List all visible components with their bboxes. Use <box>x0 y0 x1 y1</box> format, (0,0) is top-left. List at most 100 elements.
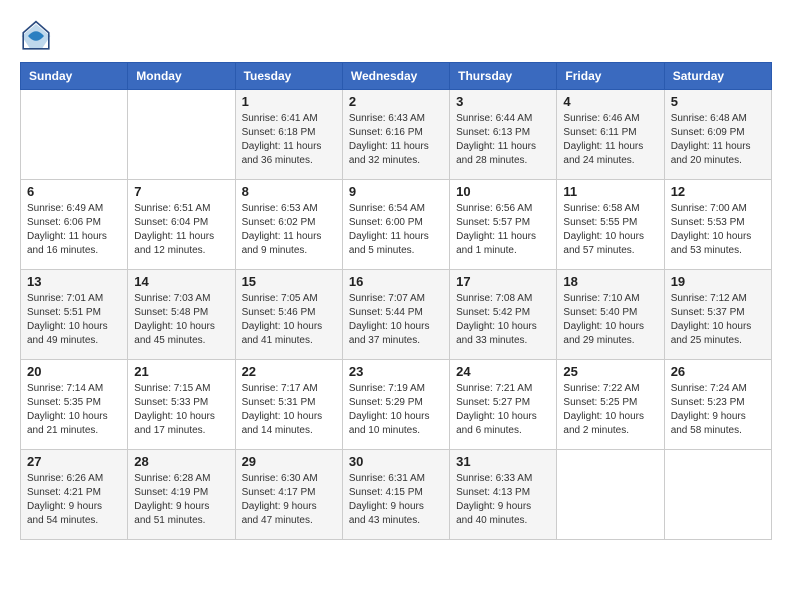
day-number: 17 <box>456 274 550 289</box>
calendar-cell: 10 Sunrise: 6:56 AMSunset: 5:57 PMDayligh… <box>450 180 557 270</box>
day-header-wednesday: Wednesday <box>342 63 449 90</box>
calendar-header-row: SundayMondayTuesdayWednesdayThursdayFrid… <box>21 63 772 90</box>
day-number: 30 <box>349 454 443 469</box>
calendar-cell: 26 Sunrise: 7:24 AMSunset: 5:23 PMDayligh… <box>664 360 771 450</box>
calendar-cell: 4 Sunrise: 6:46 AMSunset: 6:11 PMDaylight… <box>557 90 664 180</box>
day-info: Sunrise: 7:00 AMSunset: 5:53 PMDaylight:… <box>671 202 765 258</box>
calendar-cell: 20Sunrise: 7:14 AMSunset: 5:35 PMDayligh… <box>21 360 128 450</box>
calendar-cell <box>128 90 235 180</box>
day-header-friday: Friday <box>557 63 664 90</box>
calendar-cell: 8 Sunrise: 6:53 AMSunset: 6:02 PMDaylight… <box>235 180 342 270</box>
day-info: Sunrise: 6:48 AMSunset: 6:09 PMDaylight:… <box>671 112 765 168</box>
day-info: Sunrise: 6:51 AMSunset: 6:04 PMDaylight:… <box>134 202 228 258</box>
calendar-cell <box>557 450 664 540</box>
day-info: Sunrise: 6:54 AMSunset: 6:00 PMDaylight:… <box>349 202 443 258</box>
calendar-cell: 23Sunrise: 7:19 AMSunset: 5:29 PMDayligh… <box>342 360 449 450</box>
day-info: Sunrise: 6:33 AMSunset: 4:13 PMDaylight:… <box>456 472 550 528</box>
day-header-tuesday: Tuesday <box>235 63 342 90</box>
day-info: Sunrise: 6:43 AMSunset: 6:16 PMDaylight:… <box>349 112 443 168</box>
day-number: 19 <box>671 274 765 289</box>
calendar-cell: 16 Sunrise: 7:07 AMSunset: 5:44 PMDayligh… <box>342 270 449 360</box>
day-number: 31 <box>456 454 550 469</box>
day-info: Sunrise: 7:12 AMSunset: 5:37 PMDaylight:… <box>671 292 765 348</box>
day-number: 10 <box>456 184 550 199</box>
day-number: 29 <box>242 454 336 469</box>
calendar-cell: 2 Sunrise: 6:43 AMSunset: 6:16 PMDaylight… <box>342 90 449 180</box>
day-info: Sunrise: 7:24 AMSunset: 5:23 PMDaylight:… <box>671 382 765 438</box>
day-number: 22 <box>242 364 336 379</box>
day-info: Sunrise: 6:49 AMSunset: 6:06 PMDaylight:… <box>27 202 121 258</box>
day-info: Sunrise: 7:08 AMSunset: 5:42 PMDaylight:… <box>456 292 550 348</box>
calendar-week-1: 1 Sunrise: 6:41 AMSunset: 6:18 PMDaylight… <box>21 90 772 180</box>
page-header <box>20 20 772 52</box>
day-header-monday: Monday <box>128 63 235 90</box>
day-number: 5 <box>671 94 765 109</box>
day-info: Sunrise: 7:21 AMSunset: 5:27 PMDaylight:… <box>456 382 550 438</box>
day-info: Sunrise: 7:01 AMSunset: 5:51 PMDaylight:… <box>27 292 121 348</box>
day-number: 3 <box>456 94 550 109</box>
day-number: 11 <box>563 184 657 199</box>
day-number: 8 <box>242 184 336 199</box>
day-number: 23 <box>349 364 443 379</box>
calendar-cell: 21Sunrise: 7:15 AMSunset: 5:33 PMDayligh… <box>128 360 235 450</box>
calendar-cell: 28Sunrise: 6:28 AMSunset: 4:19 PMDayligh… <box>128 450 235 540</box>
calendar-cell: 29Sunrise: 6:30 AMSunset: 4:17 PMDayligh… <box>235 450 342 540</box>
calendar-cell: 14 Sunrise: 7:03 AMSunset: 5:48 PMDayligh… <box>128 270 235 360</box>
day-info: Sunrise: 6:56 AMSunset: 5:57 PMDaylight:… <box>456 202 550 258</box>
day-info: Sunrise: 6:53 AMSunset: 6:02 PMDaylight:… <box>242 202 336 258</box>
day-header-sunday: Sunday <box>21 63 128 90</box>
calendar-cell: 3 Sunrise: 6:44 AMSunset: 6:13 PMDaylight… <box>450 90 557 180</box>
day-number: 18 <box>563 274 657 289</box>
day-info: Sunrise: 7:07 AMSunset: 5:44 PMDaylight:… <box>349 292 443 348</box>
calendar-cell: 5 Sunrise: 6:48 AMSunset: 6:09 PMDaylight… <box>664 90 771 180</box>
day-number: 15 <box>242 274 336 289</box>
calendar-cell: 17 Sunrise: 7:08 AMSunset: 5:42 PMDayligh… <box>450 270 557 360</box>
day-info: Sunrise: 7:10 AMSunset: 5:40 PMDaylight:… <box>563 292 657 348</box>
calendar-cell: 18 Sunrise: 7:10 AMSunset: 5:40 PMDayligh… <box>557 270 664 360</box>
day-header-saturday: Saturday <box>664 63 771 90</box>
calendar-cell: 6 Sunrise: 6:49 AMSunset: 6:06 PMDaylight… <box>21 180 128 270</box>
calendar-cell: 11Sunrise: 6:58 AMSunset: 5:55 PMDayligh… <box>557 180 664 270</box>
day-info: Sunrise: 6:46 AMSunset: 6:11 PMDaylight:… <box>563 112 657 168</box>
day-number: 12 <box>671 184 765 199</box>
calendar-week-3: 13 Sunrise: 7:01 AMSunset: 5:51 PMDayligh… <box>21 270 772 360</box>
calendar-cell: 1 Sunrise: 6:41 AMSunset: 6:18 PMDaylight… <box>235 90 342 180</box>
calendar-cell: 24 Sunrise: 7:21 AMSunset: 5:27 PMDayligh… <box>450 360 557 450</box>
calendar-week-2: 6 Sunrise: 6:49 AMSunset: 6:06 PMDaylight… <box>21 180 772 270</box>
calendar-cell: 12 Sunrise: 7:00 AMSunset: 5:53 PMDayligh… <box>664 180 771 270</box>
day-info: Sunrise: 7:03 AMSunset: 5:48 PMDaylight:… <box>134 292 228 348</box>
calendar-cell <box>664 450 771 540</box>
calendar-cell: 25Sunrise: 7:22 AMSunset: 5:25 PMDayligh… <box>557 360 664 450</box>
calendar-cell: 15 Sunrise: 7:05 AMSunset: 5:46 PMDayligh… <box>235 270 342 360</box>
day-number: 2 <box>349 94 443 109</box>
day-number: 16 <box>349 274 443 289</box>
day-number: 7 <box>134 184 228 199</box>
day-number: 6 <box>27 184 121 199</box>
day-number: 26 <box>671 364 765 379</box>
day-number: 24 <box>456 364 550 379</box>
day-info: Sunrise: 6:31 AMSunset: 4:15 PMDaylight:… <box>349 472 443 528</box>
calendar-cell: 9 Sunrise: 6:54 AMSunset: 6:00 PMDaylight… <box>342 180 449 270</box>
day-info: Sunrise: 6:28 AMSunset: 4:19 PMDaylight:… <box>134 472 228 528</box>
day-info: Sunrise: 6:41 AMSunset: 6:18 PMDaylight:… <box>242 112 336 168</box>
calendar-cell <box>21 90 128 180</box>
day-info: Sunrise: 6:44 AMSunset: 6:13 PMDaylight:… <box>456 112 550 168</box>
calendar-cell: 13 Sunrise: 7:01 AMSunset: 5:51 PMDayligh… <box>21 270 128 360</box>
day-info: Sunrise: 7:05 AMSunset: 5:46 PMDaylight:… <box>242 292 336 348</box>
day-number: 1 <box>242 94 336 109</box>
day-header-thursday: Thursday <box>450 63 557 90</box>
day-number: 13 <box>27 274 121 289</box>
calendar-week-5: 27Sunrise: 6:26 AMSunset: 4:21 PMDayligh… <box>21 450 772 540</box>
logo <box>20 20 56 52</box>
calendar-cell: 27Sunrise: 6:26 AMSunset: 4:21 PMDayligh… <box>21 450 128 540</box>
day-number: 14 <box>134 274 228 289</box>
logo-icon <box>20 20 52 52</box>
calendar-cell: 22Sunrise: 7:17 AMSunset: 5:31 PMDayligh… <box>235 360 342 450</box>
calendar-week-4: 20Sunrise: 7:14 AMSunset: 5:35 PMDayligh… <box>21 360 772 450</box>
day-number: 27 <box>27 454 121 469</box>
day-number: 9 <box>349 184 443 199</box>
day-number: 21 <box>134 364 228 379</box>
day-number: 4 <box>563 94 657 109</box>
calendar-table: SundayMondayTuesdayWednesdayThursdayFrid… <box>20 62 772 540</box>
day-info: Sunrise: 7:22 AMSunset: 5:25 PMDaylight:… <box>563 382 657 438</box>
